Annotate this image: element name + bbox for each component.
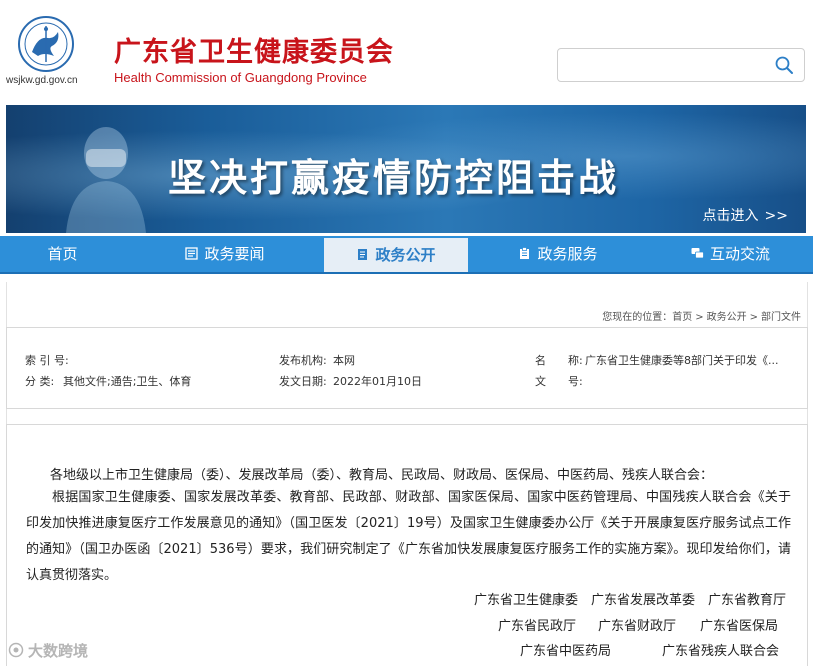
chat-icon — [691, 248, 704, 259]
watermark: 大数跨境 — [8, 640, 88, 661]
nav-label: 互动交流 — [709, 245, 770, 263]
breadcrumb-item-dept-files[interactable]: 部门文件 — [761, 312, 801, 323]
site-subtitle: Health Commission of Guangdong Province — [114, 70, 367, 85]
name-label: 名 称: — [535, 354, 583, 367]
name-value: 广东省卫生健康委等8部门关于印发《... — [585, 354, 779, 367]
site-header: wsjkw.gd.gov.cn 广东省卫生健康委员会 Health Commis… — [0, 0, 813, 104]
signatory: 广东省财政厅 — [598, 619, 677, 634]
banner-link-label: 点击进入 — [702, 208, 759, 224]
epidemic-banner[interactable]: 坚决打赢疫情防控阻击战 点击进入 >> — [6, 105, 806, 233]
breadcrumb-separator: > — [695, 312, 704, 323]
medical-worker-figure — [66, 127, 146, 233]
publisher-value: 本网 — [333, 354, 355, 367]
search-icon[interactable] — [774, 55, 794, 75]
breadcrumb-prefix: 您现在的位置： — [602, 312, 673, 323]
main-paragraph: 根据国家卫生健康委、国家发展改革委、教育部、民政部、财政部、国家医保局、国家中医… — [26, 490, 791, 583]
banner-title: 坚决打赢疫情防控阻击战 — [168, 156, 620, 200]
nav-item-services[interactable]: 政务服务 — [468, 236, 648, 272]
emblem-logo-icon[interactable] — [18, 16, 74, 72]
search-input[interactable] — [558, 49, 768, 81]
signatory: 广东省医保局 — [700, 619, 779, 634]
double-chevron-right-icon: >> — [764, 208, 788, 224]
main-nav: 首页 政务要闻 政务公开 政务服务 互动交流 — [0, 236, 813, 274]
date-value: 2022年01月10日 — [333, 375, 422, 388]
site-domain: wsjkw.gd.gov.cn — [6, 75, 78, 86]
publisher-label: 发布机构: — [279, 354, 327, 367]
index-label: 索 引 号: — [25, 354, 69, 367]
search-box — [557, 48, 805, 82]
watermark-text: 大数跨境 — [28, 642, 89, 660]
watermark-logo-icon — [8, 642, 24, 658]
nav-label: 政务要闻 — [204, 245, 265, 263]
nav-item-news[interactable]: 政务要闻 — [125, 236, 325, 272]
breadcrumb-item-gov-affairs[interactable]: 政务公开 — [707, 312, 747, 323]
docno-label: 文 号: — [535, 375, 583, 388]
document-info-box: 索 引 号: 分 类: 其他文件;通告;卫生、体育 发布机构: 本网 发文日期:… — [6, 327, 808, 409]
signatory: 广东省民政厅 — [498, 619, 577, 634]
signatory: 广东省发展改革委 — [591, 593, 696, 608]
breadcrumb-separator: > — [749, 312, 758, 323]
news-icon — [185, 247, 199, 260]
nav-item-interaction[interactable]: 互动交流 — [648, 236, 813, 272]
signatory: 广东省中医药局 — [520, 644, 612, 659]
clipboard-icon — [520, 247, 530, 259]
breadcrumb-item-home[interactable]: 首页 — [672, 312, 692, 323]
nav-item-home[interactable]: 首页 — [0, 236, 125, 272]
nav-label: 首页 — [47, 245, 78, 263]
banner-enter-link[interactable]: 点击进入 >> — [703, 205, 788, 225]
date-label: 发文日期: — [279, 375, 327, 388]
document-icon — [358, 249, 368, 260]
category-value: 其他文件;通告;卫生、体育 — [63, 375, 192, 388]
nav-item-gov-affairs[interactable]: 政务公开 — [324, 238, 468, 272]
signatory: 广东省教育厅 — [708, 593, 787, 608]
category-label: 分 类: — [25, 375, 55, 388]
site-title[interactable]: 广东省卫生健康委员会 — [114, 30, 394, 69]
breadcrumb: 您现在的位置：首页 > 政务公开 > 部门文件 — [602, 308, 801, 323]
nav-label: 政务服务 — [537, 245, 598, 263]
signatory: 广东省卫生健康委 — [474, 593, 579, 608]
nav-label: 政务公开 — [375, 246, 436, 264]
signatory: 广东省残疾人联合会 — [662, 644, 780, 659]
